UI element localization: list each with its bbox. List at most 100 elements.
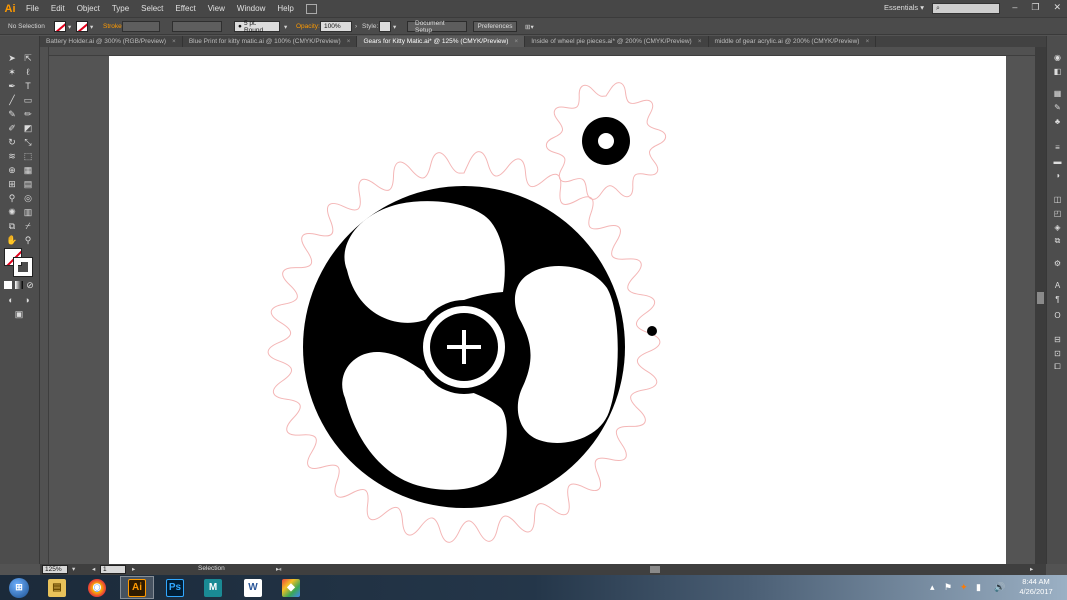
fill-dropdown-arrow-icon[interactable]: ▾ — [68, 21, 71, 32]
slice-tool-icon[interactable]: ⌿ — [21, 220, 35, 232]
pencil-tool-icon[interactable]: ✏ — [21, 108, 35, 120]
line-tool-icon[interactable]: ╱ — [5, 94, 19, 106]
scroll-right-icon[interactable]: ▸ — [1030, 565, 1033, 573]
next-artboard-icon[interactable]: ▸ — [132, 565, 135, 573]
paragraph-icon[interactable]: ¶ — [1052, 294, 1063, 304]
brush-dropdown-arrow-icon[interactable]: ▾ — [284, 21, 287, 32]
artboard-number-field[interactable]: 1 — [100, 565, 126, 574]
color-panel-icon[interactable]: ◉ — [1052, 52, 1063, 62]
perspective-grid-tool-icon[interactable]: ▦ — [21, 164, 35, 176]
stroke-swatch[interactable] — [76, 21, 88, 32]
taskbar-chrome[interactable]: ◉ — [80, 576, 114, 599]
scale-tool-icon[interactable]: ⤡ — [21, 136, 35, 148]
menu-object[interactable]: Object — [71, 4, 106, 13]
gradient-panel-icon[interactable]: ▬ — [1052, 156, 1063, 166]
menu-file[interactable]: File — [20, 4, 45, 13]
magic-wand-tool-icon[interactable]: ✶ — [5, 66, 19, 78]
zoom-field[interactable]: 125% — [42, 565, 68, 574]
stroke-panel-icon[interactable]: ≡ — [1052, 142, 1063, 152]
warp-tool-icon[interactable]: ≋ — [5, 150, 19, 162]
first-artboard-icon[interactable]: ◂ — [92, 565, 95, 573]
brush-definition[interactable]: ● 5 pt. Round — [234, 20, 280, 34]
action-center-flag-icon[interactable]: ⚑ — [944, 582, 952, 593]
taskbar-illustrator[interactable]: Ai — [120, 576, 154, 599]
zoom-dropdown-icon[interactable]: ▾ — [72, 565, 75, 573]
artboard[interactable] — [109, 56, 1006, 564]
stroke-weight-field[interactable] — [122, 21, 160, 32]
opacity-label[interactable]: Opacity: — [296, 21, 320, 32]
swatches-icon[interactable]: ▦ — [1052, 88, 1063, 98]
small-dot[interactable] — [647, 326, 657, 336]
taskbar-photoshop[interactable]: Ps — [158, 576, 192, 599]
layers-icon[interactable]: ◈ — [1052, 222, 1063, 232]
artwork[interactable] — [109, 56, 1006, 564]
appearance-icon[interactable]: ◫ — [1052, 194, 1063, 204]
graphic-styles-icon[interactable]: ◰ — [1052, 208, 1063, 218]
scroll-left-icon[interactable]: ◂ — [278, 565, 281, 573]
direct-selection-tool-icon[interactable]: ⇱ — [21, 52, 35, 64]
taskbar-clock[interactable]: 8:44 AM 4/26/2017 — [1010, 577, 1062, 597]
paintbrush-tool-icon[interactable]: ✎ — [5, 108, 19, 120]
gradient-tool-icon[interactable]: ▤ — [21, 178, 35, 190]
character-icon[interactable]: A — [1052, 280, 1063, 290]
volume-icon[interactable]: 🔊 — [994, 582, 1005, 593]
rectangle-tool-icon[interactable]: ▭ — [21, 94, 35, 106]
artboards-icon[interactable]: ⧉ — [1052, 236, 1063, 246]
close-icon[interactable]: × — [698, 38, 702, 45]
blob-brush-tool-icon[interactable]: ✐ — [5, 122, 19, 134]
minimize-button[interactable]: – — [1012, 2, 1017, 13]
show-hidden-icons[interactable]: ▴ — [930, 582, 935, 593]
horizontal-ruler[interactable] — [40, 47, 1046, 56]
taskbar-file-explorer[interactable]: ▤ — [40, 576, 74, 599]
help-search-input[interactable]: ⌕ — [932, 3, 1000, 14]
hand-tool-icon[interactable]: ✋ — [5, 234, 19, 246]
symbol-sprayer-tool-icon[interactable]: ✺ — [5, 206, 19, 218]
screen-mode-icon[interactable]: ▣ — [12, 308, 26, 320]
pen-tool-icon[interactable]: ✒ — [5, 80, 19, 92]
tab-battery-holder[interactable]: Battery Holder.ai @ 300% (RGB/Preview) × — [40, 36, 183, 47]
start-button[interactable]: ⊞ — [2, 576, 36, 599]
opacity-field[interactable]: 100% — [320, 21, 352, 32]
variable-width-profile[interactable] — [172, 21, 222, 32]
menu-window[interactable]: Window — [231, 4, 271, 13]
tray-app-icon[interactable]: ✦ — [960, 582, 968, 593]
brushes-icon[interactable]: ✎ — [1052, 102, 1063, 112]
draw-behind-icon[interactable]: ◑ — [20, 294, 34, 306]
fill-swatch[interactable] — [54, 21, 66, 32]
close-icon[interactable]: × — [172, 38, 176, 45]
align-panel-icon[interactable]: ⊟ — [1052, 334, 1063, 344]
free-transform-tool-icon[interactable]: ⬚ — [21, 150, 35, 162]
tab-middle-of-gear[interactable]: middle of gear acrylic.ai @ 200% (CMYK/P… — [709, 36, 877, 47]
menu-edit[interactable]: Edit — [45, 4, 71, 13]
stroke-dropdown-arrow-icon[interactable]: ▾ — [90, 21, 93, 32]
tab-blue-print[interactable]: Blue Print for kitty matic.ai @ 100% (CM… — [183, 36, 358, 47]
navigator-icon[interactable]: ⚙ — [1052, 258, 1063, 268]
menu-select[interactable]: Select — [135, 4, 169, 13]
align-icon[interactable]: ⊞▾ — [525, 21, 534, 32]
close-icon[interactable]: × — [347, 38, 351, 45]
pathfinder-icon[interactable]: ⧠ — [1052, 362, 1063, 372]
mesh-tool-icon[interactable]: ⊞ — [5, 178, 19, 190]
artboard-tool-icon[interactable]: ⧉ — [5, 220, 19, 232]
canvas-area[interactable] — [49, 56, 1035, 564]
workspace-switcher[interactable]: Essentials ▾ — [884, 3, 924, 12]
menu-help[interactable]: Help — [271, 4, 299, 13]
tab-gears-for-kitty-matic[interactable]: Gears for Kitty Matic.ai* @ 125% (CMYK/P… — [357, 36, 526, 47]
fill-stroke-widget[interactable] — [4, 248, 34, 278]
transform-panel-icon[interactable]: ⊡ — [1052, 348, 1063, 358]
color-guide-icon[interactable]: ◧ — [1052, 66, 1063, 76]
blend-tool-icon[interactable]: ◎ — [21, 192, 35, 204]
zoom-tool-icon[interactable]: ⚲ — [21, 234, 35, 246]
none-mode-icon[interactable]: ⊘ — [26, 280, 34, 290]
horizontal-scroll-thumb[interactable] — [650, 566, 660, 573]
preferences-button[interactable]: Preferences — [473, 21, 517, 32]
tab-inside-of-wheel[interactable]: Inside of wheel pie pieces.ai* @ 200% (C… — [525, 36, 709, 47]
draw-normal-icon[interactable]: ◐ — [4, 294, 18, 306]
rotate-tool-icon[interactable]: ↻ — [5, 136, 19, 148]
close-button[interactable]: ✕ — [1053, 2, 1061, 13]
graphic-style-swatch[interactable] — [379, 21, 391, 32]
column-graph-tool-icon[interactable]: ▥ — [21, 206, 35, 218]
menu-type[interactable]: Type — [106, 4, 135, 13]
menu-effect[interactable]: Effect — [169, 4, 201, 13]
opentype-icon[interactable]: O — [1052, 310, 1063, 320]
